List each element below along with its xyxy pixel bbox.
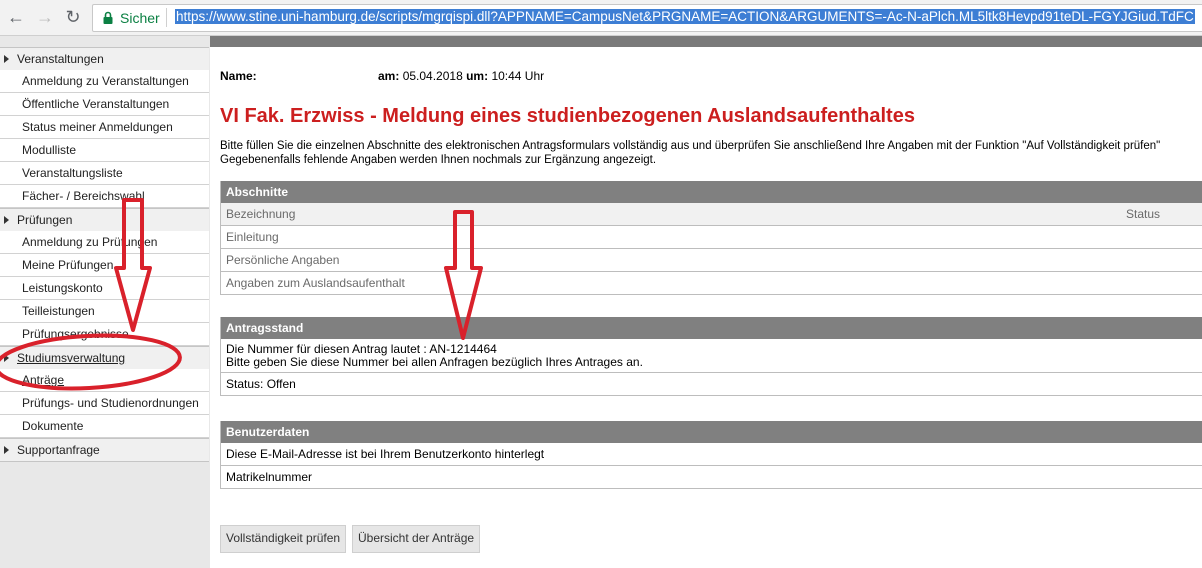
- sidebar-item-label: Anmeldung zu Prüfungen: [22, 235, 158, 249]
- triangle-right-icon: [4, 55, 9, 63]
- time-prefix: um:: [466, 69, 489, 83]
- sidebar-item-veranstaltungsliste[interactable]: Veranstaltungsliste: [0, 162, 209, 185]
- sections-table: Abschnitte Bezeichnung Status Einleitung…: [220, 181, 1202, 295]
- triangle-right-icon: [4, 354, 9, 362]
- sidebar-item-oeffentliche-veranstaltungen[interactable]: Öffentliche Veranstaltungen: [0, 93, 209, 116]
- address-bar[interactable]: Sicher https://www.stine.uni-hamburg.de/…: [92, 4, 1202, 32]
- header-band: [210, 36, 1202, 47]
- sidebar-item-label: Modulliste: [22, 143, 77, 157]
- section-row-einleitung[interactable]: Einleitung: [221, 226, 1202, 249]
- instructions: Bitte füllen Sie die einzelnen Abschnitt…: [220, 139, 1202, 167]
- sidebar-section-supportanfrage[interactable]: Supportanfrage: [0, 438, 209, 462]
- sidebar-item-anmeldung-pruefungen[interactable]: Anmeldung zu Prüfungen: [0, 231, 209, 254]
- reload-icon[interactable]: ↻: [62, 6, 84, 28]
- sidebar-item-pruefungsergebnisse[interactable]: Prüfungsergebnisse: [0, 323, 209, 346]
- section-row-auslandsaufenthalt[interactable]: Angaben zum Auslandsaufenthalt: [221, 272, 1202, 295]
- sidebar-item-dokumente[interactable]: Dokumente: [0, 415, 209, 438]
- sidebar-item-label: Meine Prüfungen: [22, 258, 114, 272]
- matriculation-label: Matrikelnummer: [226, 470, 313, 484]
- sidebar-item-status-anmeldungen[interactable]: Status meiner Anmeldungen: [0, 116, 209, 139]
- table-header-row: Bezeichnung Status: [221, 203, 1202, 226]
- instructions-line: Gegebenenfalls fehlende Angaben werden I…: [220, 154, 657, 166]
- email-row: Diese E-Mail-Adresse ist bei Ihrem Benut…: [221, 443, 1202, 466]
- section-label: Einleitung: [226, 230, 279, 244]
- sidebar-item-leistungskonto[interactable]: Leistungskonto: [0, 277, 209, 300]
- forward-icon[interactable]: →: [34, 6, 56, 28]
- sidebar-section-veranstaltungen[interactable]: Veranstaltungen: [0, 47, 209, 71]
- sidebar-item-label: Öffentliche Veranstaltungen: [22, 97, 170, 111]
- sidebar-item-antraege[interactable]: Anträge: [0, 369, 209, 392]
- sidebar-item-label: Leistungskonto: [22, 281, 103, 295]
- sidebar-item-label: Fächer- / Bereichswahl: [22, 189, 145, 203]
- sidebar-item-modulliste[interactable]: Modulliste: [0, 139, 209, 162]
- page-title: VI Fak. Erzwiss - Meldung eines studienb…: [220, 105, 915, 127]
- sidebar-item-anmeldung-veranstaltungen[interactable]: Anmeldung zu Veranstaltungen: [0, 70, 209, 93]
- check-completeness-button[interactable]: Vollständigkeit prüfen: [220, 525, 347, 553]
- section-row-persoenliche-angaben[interactable]: Persönliche Angaben: [221, 249, 1202, 272]
- user-data-header: Benutzerdaten: [221, 421, 1202, 443]
- status-row: Status: Offen: [221, 373, 1202, 396]
- sidebar-item-label: Dokumente: [22, 419, 84, 433]
- date-time-line: am: 05.04.2018 um: 10:44 Uhr: [378, 69, 544, 83]
- sidebar-item-label: Prüfungs- und Studienordnungen: [22, 396, 199, 410]
- url-text[interactable]: https://www.stine.uni-hamburg.de/scripts…: [175, 9, 1195, 24]
- sidebar-item-label: Veranstaltungsliste: [22, 166, 123, 180]
- sidebar-section-label: Studiumsverwaltung: [17, 351, 126, 365]
- secure-label: Sicher: [120, 10, 160, 26]
- date-prefix: am:: [378, 69, 400, 83]
- sidebar-item-label: Teilleistungen: [22, 304, 95, 318]
- user-data-table: Benutzerdaten Diese E-Mail-Adresse ist b…: [220, 421, 1202, 489]
- date-value: 05.04.2018: [402, 69, 463, 83]
- application-note: Bitte geben Sie diese Nummer bei allen A…: [226, 355, 643, 369]
- sidebar-item-label: Anträge: [22, 373, 65, 387]
- sidebar-item-meine-pruefungen[interactable]: Meine Prüfungen: [0, 254, 209, 277]
- browser-toolbar: ← → ↻ Sicher https://www.stine.uni-hambu…: [0, 0, 1202, 36]
- sidebar-item-faecherwahl[interactable]: Fächer- / Bereichswahl: [0, 185, 209, 208]
- main-content: Name: am: 05.04.2018 um: 10:44 Uhr VI Fa…: [210, 47, 1202, 568]
- lock-icon: [103, 11, 113, 24]
- status-text: Status: Offen: [226, 377, 296, 391]
- triangle-right-icon: [4, 216, 9, 224]
- status-header: Antragsstand: [221, 317, 1202, 339]
- section-label: Persönliche Angaben: [226, 253, 340, 267]
- sidebar-item-label: Prüfungsergebnisse: [22, 327, 129, 341]
- application-number-row: Die Nummer für diesen Antrag lautet : AN…: [221, 339, 1202, 373]
- matriculation-row: Matrikelnummer: [221, 466, 1202, 489]
- sidebar: Veranstaltungen Anmeldung zu Veranstaltu…: [0, 36, 210, 568]
- applications-overview-button[interactable]: Übersicht der Anträge: [352, 525, 481, 553]
- sidebar-section-label: Prüfungen: [17, 213, 73, 227]
- triangle-right-icon: [4, 446, 9, 454]
- sidebar-section-label: Veranstaltungen: [17, 52, 104, 66]
- column-header-name: Bezeichnung: [226, 207, 296, 221]
- sidebar-item-label: Anmeldung zu Veranstaltungen: [22, 74, 189, 88]
- sidebar-section-label: Supportanfrage: [17, 443, 100, 457]
- time-value: 10:44 Uhr: [491, 69, 545, 83]
- application-status-table: Antragsstand Die Nummer für diesen Antra…: [220, 317, 1202, 396]
- instructions-line: Bitte füllen Sie die einzelnen Abschnitt…: [220, 140, 1161, 152]
- section-label: Angaben zum Auslandsaufenthalt: [226, 276, 405, 290]
- sidebar-section-studiumsverwaltung[interactable]: Studiumsverwaltung: [0, 346, 209, 370]
- sections-header: Abschnitte: [221, 181, 1202, 203]
- column-header-status: Status: [1126, 207, 1161, 221]
- sidebar-item-studienordnungen[interactable]: Prüfungs- und Studienordnungen: [0, 392, 209, 415]
- sidebar-item-teilleistungen[interactable]: Teilleistungen: [0, 300, 209, 323]
- back-icon[interactable]: ←: [5, 6, 27, 28]
- sidebar-item-label: Status meiner Anmeldungen: [22, 120, 173, 134]
- email-label: Diese E-Mail-Adresse ist bei Ihrem Benut…: [226, 447, 545, 461]
- name-label: Name:: [220, 69, 257, 83]
- divider: [166, 8, 167, 27]
- sidebar-section-pruefungen[interactable]: Prüfungen: [0, 208, 209, 232]
